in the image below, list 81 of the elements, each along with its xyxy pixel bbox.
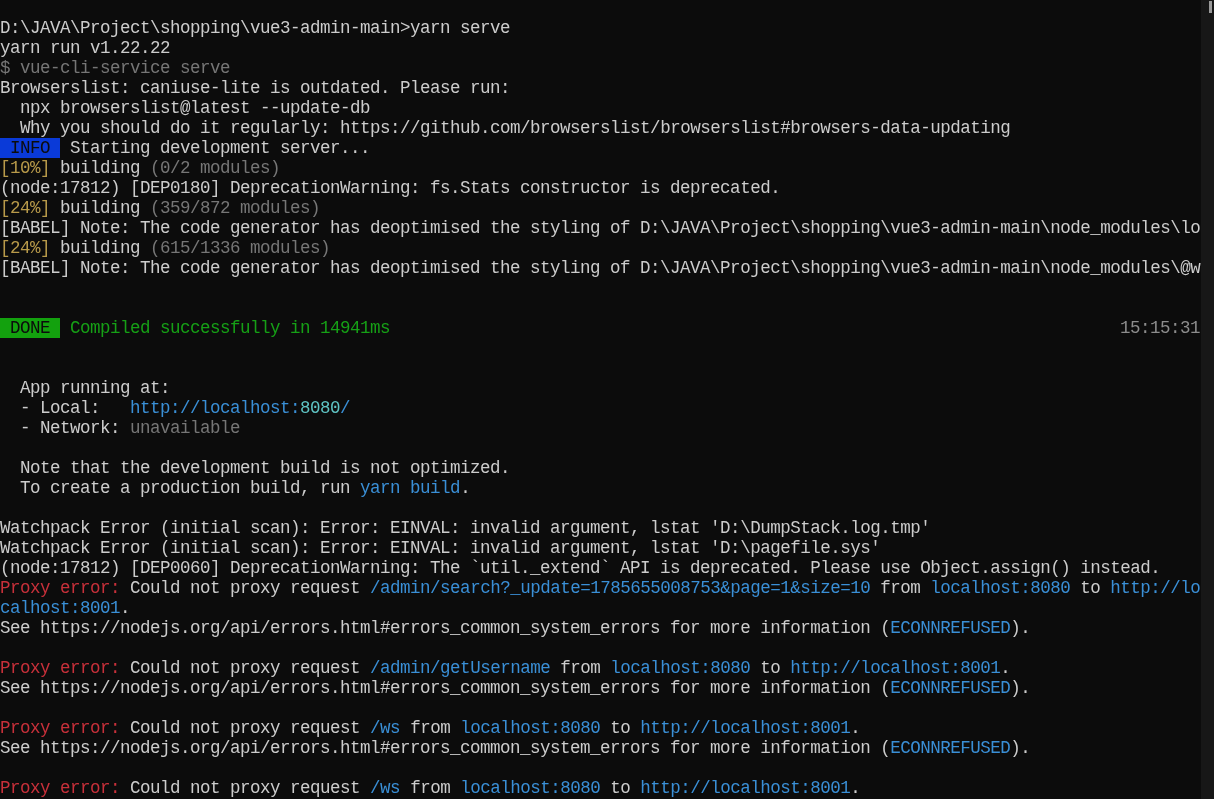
output-text: building	[60, 238, 141, 258]
status-badge: INFO	[0, 138, 60, 158]
output-text: (node:17812) [DEP0180] DeprecationWarning: fs.Stats constructor is deprecated.	[0, 178, 781, 198]
output-text: Note that the development build is not optimized.	[20, 458, 511, 478]
muted-text: (615/1336 modules)	[150, 238, 331, 258]
output-text: App running at:	[20, 378, 171, 398]
highlighted-text: calhost:8001	[0, 598, 121, 618]
output-text: building	[60, 158, 141, 178]
highlighted-text: http://localhost:8001	[640, 778, 851, 798]
highlighted-text: ECONNREFUSED	[890, 618, 1011, 638]
output-text: D:\JAVA\Project\shopping\vue3-admin-main>yarn serve	[0, 18, 511, 38]
output-text: .	[850, 778, 861, 798]
highlighted-text: ECONNREFUSED	[890, 738, 1011, 758]
output-text: .	[850, 718, 861, 738]
error-label: Proxy error:	[0, 718, 121, 738]
muted-text: (359/872 modules)	[150, 198, 321, 218]
output-text: to	[610, 778, 631, 798]
output-text: See https://nodejs.org/api/errors.html#errors_common_system_errors for more information (	[0, 678, 891, 698]
highlighted-text: yarn build	[360, 478, 461, 498]
highlighted-text: /admin/search?_update=1785655008753&page=1&size=10	[370, 578, 871, 598]
output-text: from	[410, 718, 451, 738]
output-text: To create a production build, run	[20, 478, 351, 498]
scrollbar-track[interactable]	[1201, 0, 1214, 799]
muted-text: (0/2 modules)	[150, 158, 281, 178]
output-text: Browserslist: caniuse-lite is outdated. Please run:	[0, 78, 511, 98]
output-text: See https://nodejs.org/api/errors.html#errors_common_system_errors for more information (	[0, 738, 891, 758]
output-text: Could not proxy request	[130, 658, 361, 678]
highlighted-text: ECONNREFUSED	[890, 678, 1011, 698]
output-text: to	[760, 658, 781, 678]
status-badge: DONE	[0, 318, 60, 338]
muted-text: $ vue-cli-service serve	[0, 58, 231, 78]
output-text: (node:17812) [DEP0060] DeprecationWarning: The `util._extend` API is deprecated. Please use Object.assign() instead.	[0, 558, 1161, 578]
highlighted-text: http://lo	[1110, 578, 1201, 598]
highlighted-text: /admin/getUsername	[370, 658, 551, 678]
progress-text: [24%]	[0, 238, 50, 258]
highlighted-text: localhost:8080	[460, 718, 601, 738]
highlighted-text: http://localhost:	[130, 398, 301, 418]
output-text: from	[560, 658, 601, 678]
highlighted-text: localhost:8080	[460, 778, 601, 798]
scrollbar-thumb[interactable]	[1209, 1, 1212, 13]
output-text: See https://nodejs.org/api/errors.html#errors_common_system_errors for more information (	[0, 618, 891, 638]
highlighted-text: http://localhost:8001	[790, 658, 1001, 678]
output-text: from	[880, 578, 921, 598]
output-text: from	[410, 778, 451, 798]
highlighted-text: /ws	[370, 718, 401, 738]
output-text: building	[60, 198, 141, 218]
output-text: - Local:	[20, 398, 101, 418]
highlighted-text: localhost:8080	[930, 578, 1071, 598]
progress-text: [24%]	[0, 198, 50, 218]
output-text: ).	[1010, 618, 1031, 638]
output-text: Could not proxy request	[130, 578, 361, 598]
output-text: .	[120, 598, 131, 618]
error-label: Proxy error:	[0, 578, 121, 598]
highlighted-text: /ws	[370, 778, 401, 798]
timestamp: 15:15:31	[1120, 318, 1201, 338]
output-text: to	[1080, 578, 1101, 598]
output-text: yarn run v1.22.22	[0, 38, 171, 58]
highlighted-text: localhost:8080	[610, 658, 751, 678]
output-text: Starting development server...	[70, 138, 371, 158]
output-text: ).	[1010, 738, 1031, 758]
progress-text: [10%]	[0, 158, 50, 178]
highlighted-text: 8080	[300, 398, 341, 418]
output-text: [BABEL] Note: The code generator has deoptimised the styling of D:\JAVA\Project\shopping\vue3-admin-main\node_modules\@w	[0, 258, 1201, 278]
output-text: - Network:	[20, 418, 121, 438]
error-label: Proxy error:	[0, 658, 121, 678]
output-text: .	[1000, 658, 1011, 678]
output-text: Could not proxy request	[130, 718, 361, 738]
muted-text: unavailable	[130, 418, 241, 438]
output-text: Watchpack Error (initial scan): Error: EINVAL: invalid argument, lstat 'D:\DumpStack.log.tmp'	[0, 518, 931, 538]
highlighted-text: /	[340, 398, 351, 418]
output-text: ).	[1010, 678, 1031, 698]
output-text: to	[610, 718, 631, 738]
output-text: Why you should do it regularly: https://github.com/browserslist/browserslist#browsers-data-updating	[20, 118, 1011, 138]
highlighted-text: http://localhost:8001	[640, 718, 851, 738]
output-text: npx browserslist@latest --update-db	[20, 98, 371, 118]
output-text: .	[460, 478, 471, 498]
error-label: Proxy error:	[0, 778, 121, 798]
success-message: Compiled successfully in 14941ms	[70, 318, 391, 338]
output-text: [BABEL] Note: The code generator has deoptimised the styling of D:\JAVA\Project\shopping\vue3-admin-main\node_modules\lo	[0, 218, 1201, 238]
output-text: Could not proxy request	[130, 778, 361, 798]
output-text: Watchpack Error (initial scan): Error: EINVAL: invalid argument, lstat 'D:\pagefile.sys'	[0, 538, 881, 558]
